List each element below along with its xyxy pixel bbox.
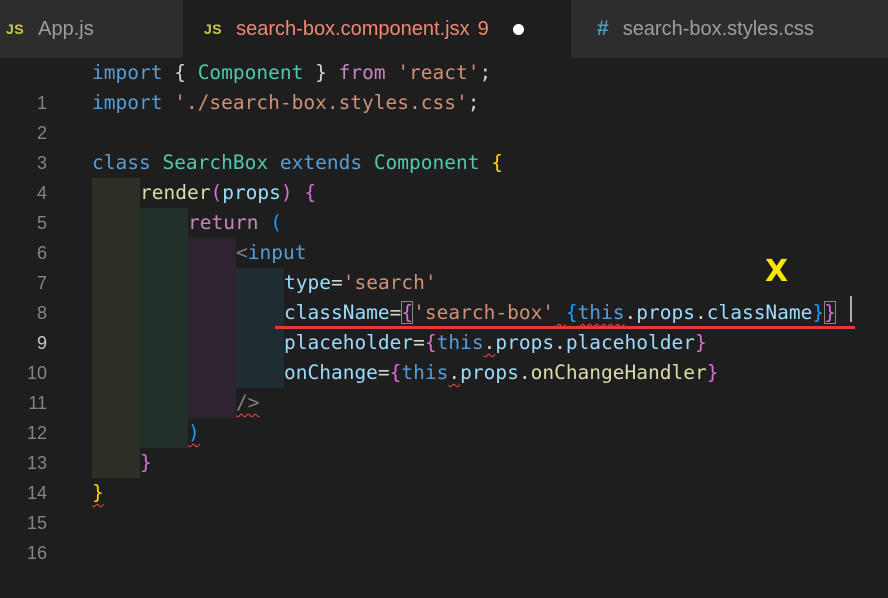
code-line: 7 <input	[0, 238, 888, 293]
text-cursor	[850, 296, 852, 322]
css-file-icon: #	[597, 17, 609, 40]
code-line: 11 onChange={this.props.onChangeHandler}	[0, 358, 888, 413]
tab-search-box-component[interactable]: JS search-box.component.jsx 9	[184, 0, 570, 58]
javascript-file-icon: JS	[204, 21, 223, 37]
code-line-active: 9 className={'search-box' {this.props.cl…	[0, 298, 888, 353]
javascript-file-icon: JS	[6, 21, 25, 37]
tab-app-js[interactable]: JS App.js	[0, 0, 183, 58]
editor-tab-bar: JS App.js JS search-box.component.jsx 9 …	[0, 0, 888, 58]
code-line: 5 render(props) {	[0, 178, 888, 233]
syntax-error-squiggle: this	[577, 301, 625, 324]
code-line: 4 class SearchBox extends Component {	[0, 148, 888, 203]
code-line: 12 />	[0, 388, 888, 443]
syntax-error-squiggle: )	[188, 421, 200, 444]
tab-label: search-box.component.jsx	[236, 17, 470, 40]
code-line: 6 return (	[0, 208, 888, 263]
unsaved-dot-icon[interactable]	[512, 23, 524, 35]
line-number: 16	[26, 543, 47, 563]
code-line: 1 import { Component } from 'react';	[0, 58, 888, 113]
syntax-error-squiggle: />	[236, 391, 260, 414]
code-line: 15 }	[0, 478, 888, 533]
code-line: 14 }	[0, 448, 888, 503]
syntax-error-squiggle: .	[483, 331, 496, 354]
annotation-x-mark: X	[765, 254, 789, 289]
code-line: 3	[0, 118, 888, 173]
code-line: 10 placeholder={this.props.placeholder}	[0, 328, 888, 383]
tab-label: App.js	[38, 17, 94, 40]
code-editor[interactable]: 1 import { Component } from 'react'; 2 i…	[0, 58, 888, 563]
syntax-error-squiggle: .	[448, 361, 461, 384]
annotation-underline	[275, 326, 855, 329]
tab-search-box-styles[interactable]: # search-box.styles.css	[571, 0, 888, 58]
syntax-error-squiggle: }	[92, 481, 104, 504]
code-line: 2 import './search-box.styles.css';	[0, 88, 888, 143]
code-line: 13 )	[0, 418, 888, 473]
code-line: 8 type='search'	[0, 268, 888, 323]
syntax-error-squiggle	[554, 301, 566, 324]
tab-label: search-box.styles.css	[622, 17, 814, 40]
problem-count-badge: 9	[477, 17, 489, 40]
code-line: 16	[0, 508, 888, 563]
